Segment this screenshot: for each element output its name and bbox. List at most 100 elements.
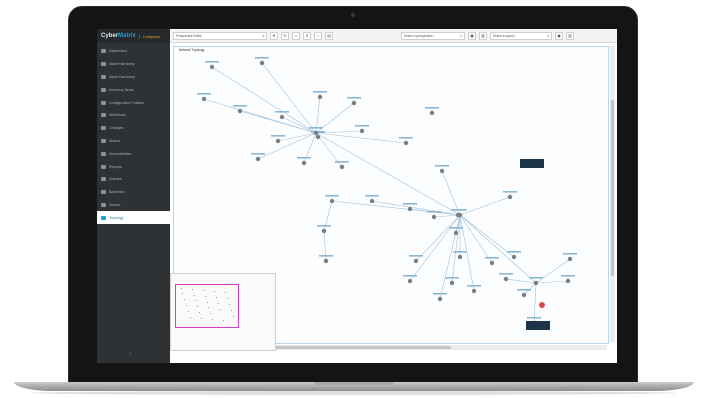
node-label bbox=[529, 277, 543, 279]
topology-node-icon[interactable] bbox=[201, 96, 207, 102]
topology-node-icon[interactable] bbox=[507, 194, 513, 200]
sidebar-item-asset-hierarchy[interactable]: Asset Hierarchy bbox=[97, 58, 170, 71]
delete-layout-button[interactable]: ▥ bbox=[566, 31, 574, 40]
topology-node-icon[interactable] bbox=[457, 254, 463, 260]
topology-node-icon[interactable] bbox=[329, 198, 335, 204]
vulnerability-icon bbox=[101, 151, 106, 156]
topology-node-icon[interactable] bbox=[453, 230, 459, 236]
save-layout-button[interactable]: ▣ bbox=[555, 31, 563, 40]
node-label bbox=[251, 153, 265, 155]
camera-icon bbox=[351, 13, 355, 17]
topology-node-icon[interactable] bbox=[315, 134, 321, 140]
app-logo[interactable]: CyberMatrix bbox=[101, 33, 136, 39]
sidebar-item-vulnerabilities[interactable]: Vulnerabilities bbox=[97, 147, 170, 160]
node-label bbox=[309, 127, 323, 129]
minimap-node bbox=[194, 295, 195, 296]
topology-node-icon[interactable] bbox=[359, 128, 365, 134]
topology-node-icon[interactable] bbox=[437, 296, 443, 302]
filter-button[interactable]: ▼ bbox=[270, 31, 278, 40]
node-label bbox=[399, 137, 413, 139]
topology-node-icon[interactable] bbox=[457, 212, 463, 218]
topology-node-icon[interactable] bbox=[237, 108, 243, 114]
topology-node-icon[interactable] bbox=[259, 60, 265, 66]
workflow-icon bbox=[101, 113, 106, 118]
sidebar-item-asset-discovery[interactable]: Asset Discovery bbox=[97, 71, 170, 84]
node-label bbox=[365, 195, 379, 197]
topology-node-icon[interactable] bbox=[321, 228, 327, 234]
zoom-in-button[interactable]: + bbox=[292, 31, 300, 40]
topology-node-icon[interactable] bbox=[533, 280, 539, 286]
topology-node-icon[interactable] bbox=[313, 130, 319, 136]
topology-node-icon[interactable] bbox=[503, 276, 509, 282]
vertical-scrollbar[interactable] bbox=[610, 46, 615, 342]
sidebar-item-reports[interactable]: Reports bbox=[97, 160, 170, 173]
editor-select[interactable]: Perspective Editor ▾ bbox=[173, 31, 267, 40]
topology-node-icon[interactable] bbox=[489, 260, 495, 266]
topology-node-icon[interactable] bbox=[439, 168, 445, 174]
topology-node-icon[interactable] bbox=[279, 114, 285, 120]
policy-icon bbox=[101, 100, 106, 105]
topology-node-icon[interactable] bbox=[255, 156, 261, 162]
sidebar-item-baselines[interactable]: Baselines bbox=[97, 186, 170, 199]
sidebar-item-search[interactable]: Search bbox=[97, 199, 170, 212]
topology-node-icon[interactable] bbox=[521, 292, 527, 298]
minimap-node bbox=[188, 311, 189, 312]
zoom-out-button[interactable]: − bbox=[314, 31, 322, 40]
layout-select[interactable]: Select a layout... ▾ bbox=[490, 31, 552, 40]
alert-card[interactable] bbox=[526, 321, 550, 330]
topology-node-icon[interactable] bbox=[317, 94, 323, 100]
sidebar-item-changes[interactable]: Changes bbox=[97, 122, 170, 135]
topology-node-icon[interactable] bbox=[431, 214, 437, 220]
topology-node-icon[interactable] bbox=[413, 258, 419, 264]
sidebar-item-label: Topology bbox=[109, 215, 124, 220]
topology-node-icon[interactable] bbox=[565, 278, 571, 284]
laptop-notch bbox=[314, 382, 394, 385]
minimap[interactable] bbox=[170, 273, 276, 351]
topology-node-icon[interactable] bbox=[209, 64, 215, 70]
perspective-select[interactable]: Select a perspective... ▾ bbox=[401, 31, 465, 40]
export-button[interactable]: ▤ bbox=[325, 31, 333, 40]
vertical-scroll-thumb[interactable] bbox=[611, 100, 614, 276]
delete-perspective-button[interactable]: ▥ bbox=[479, 31, 487, 40]
topology-node-icon[interactable] bbox=[449, 280, 455, 286]
node-label bbox=[275, 111, 289, 113]
save-perspective-button[interactable]: ▣ bbox=[468, 31, 476, 40]
topology-node-icon[interactable] bbox=[351, 100, 357, 106]
topology-link bbox=[459, 214, 475, 292]
topology-node-icon[interactable] bbox=[471, 288, 477, 294]
company-tab[interactable]: Company bbox=[138, 33, 160, 39]
topology-node-icon[interactable] bbox=[369, 198, 375, 204]
alarm-node-icon[interactable] bbox=[539, 302, 545, 308]
topology-node-icon[interactable] bbox=[275, 138, 281, 144]
topology-node-icon[interactable] bbox=[323, 258, 329, 264]
topology-node-icon[interactable] bbox=[339, 164, 345, 170]
sidebar-item-topology[interactable]: Topology bbox=[97, 211, 170, 225]
topology-node-icon[interactable] bbox=[429, 110, 435, 116]
topology-node-icon[interactable] bbox=[407, 206, 413, 212]
topology-node-icon[interactable] bbox=[567, 256, 573, 262]
topology-node-icon[interactable] bbox=[407, 278, 413, 284]
minimap-viewport[interactable] bbox=[175, 284, 239, 328]
node-label bbox=[355, 125, 369, 127]
sidebar-item-label: Queries bbox=[109, 177, 122, 182]
close-button[interactable]: ✕ bbox=[303, 31, 311, 40]
collapse-sidebar-icon[interactable]: « bbox=[129, 351, 132, 357]
node-label bbox=[453, 251, 467, 253]
sidebar-item-dashboard[interactable]: Dashboard bbox=[97, 45, 170, 58]
node-label bbox=[409, 255, 423, 257]
minimap-node bbox=[227, 298, 228, 299]
sidebar-item-alarms[interactable]: Alarms bbox=[97, 135, 170, 148]
refresh-button[interactable]: ↻ bbox=[281, 31, 289, 40]
sidebar-item-queries[interactable]: Queries bbox=[97, 173, 170, 186]
sidebar-item-workflows[interactable]: Workflows bbox=[97, 109, 170, 122]
topology-node-icon[interactable] bbox=[511, 254, 517, 260]
report-icon bbox=[101, 164, 106, 169]
topology-node-icon[interactable] bbox=[301, 160, 307, 166]
laptop-shadow bbox=[30, 391, 676, 395]
sidebar-item-inventory-items[interactable]: Inventory Items bbox=[97, 83, 170, 96]
topology-node-icon[interactable] bbox=[403, 140, 409, 146]
baseline-icon bbox=[101, 190, 106, 195]
topology-link bbox=[415, 214, 461, 262]
sidebar-item-configuration-policies[interactable]: Configuration Policies bbox=[97, 96, 170, 109]
alert-card[interactable] bbox=[520, 159, 544, 168]
